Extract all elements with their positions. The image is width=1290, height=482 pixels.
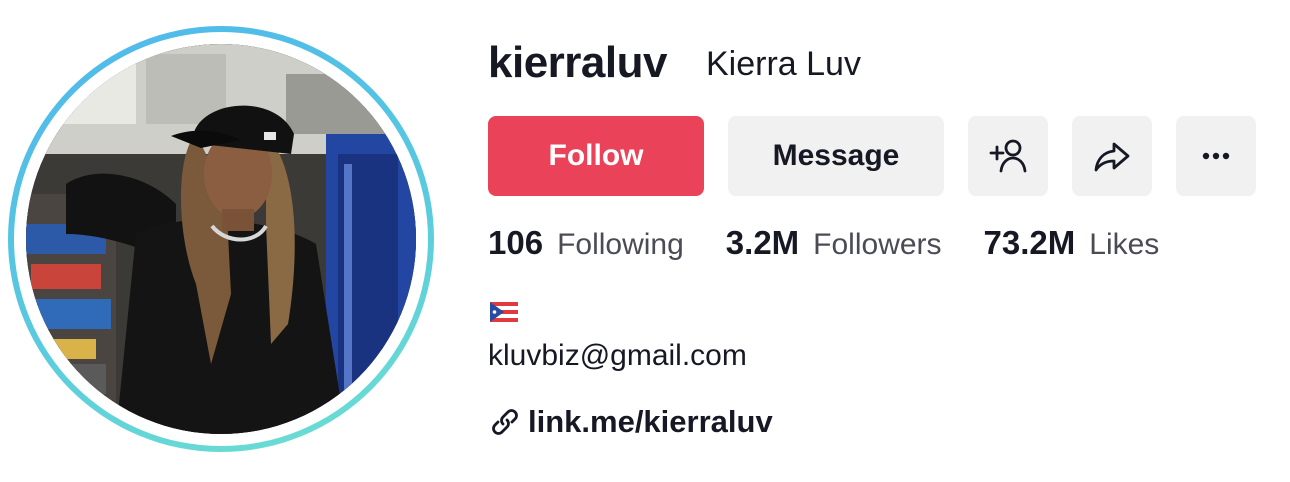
avatar-ring bbox=[8, 26, 434, 452]
message-button-label: Message bbox=[772, 139, 900, 172]
stat-following[interactable]: 106 Following bbox=[488, 224, 684, 262]
share-arrow-icon bbox=[1094, 142, 1130, 172]
username: kierraluv bbox=[488, 38, 667, 87]
bio-email: kluvbiz@gmail.com bbox=[488, 339, 747, 372]
follow-button-label: Follow bbox=[548, 139, 644, 172]
display-name: Kierra Luv bbox=[706, 45, 861, 83]
stat-label: Likes bbox=[1089, 228, 1160, 261]
stat-followers[interactable]: 3.2M Followers bbox=[726, 224, 942, 262]
bio-link[interactable]: link.me/kierraluv bbox=[490, 402, 773, 442]
stat-value: 3.2M bbox=[725, 224, 800, 261]
profile-stats: 106 Following 3.2M Followers 73.2M Likes bbox=[488, 224, 1201, 268]
stat-value: 106 bbox=[488, 224, 544, 261]
follow-button[interactable]: Follow bbox=[488, 116, 704, 196]
share-button[interactable] bbox=[1072, 116, 1152, 196]
stat-value: 73.2M bbox=[983, 224, 1076, 261]
stat-label: Followers bbox=[813, 228, 942, 261]
more-dots-icon bbox=[1202, 152, 1230, 160]
stat-label: Following bbox=[557, 228, 684, 261]
stat-likes: 73.2M Likes bbox=[984, 224, 1160, 262]
add-person-icon bbox=[989, 139, 1027, 173]
puerto-rico-flag-icon bbox=[490, 302, 518, 322]
more-options-button[interactable] bbox=[1176, 116, 1256, 196]
message-button[interactable]: Message bbox=[728, 116, 944, 196]
avatar[interactable] bbox=[26, 44, 416, 434]
bio-link-text: link.me/kierraluv bbox=[528, 404, 773, 439]
add-friend-button[interactable] bbox=[968, 116, 1048, 196]
link-icon bbox=[492, 409, 518, 435]
profile-photo bbox=[26, 44, 416, 434]
